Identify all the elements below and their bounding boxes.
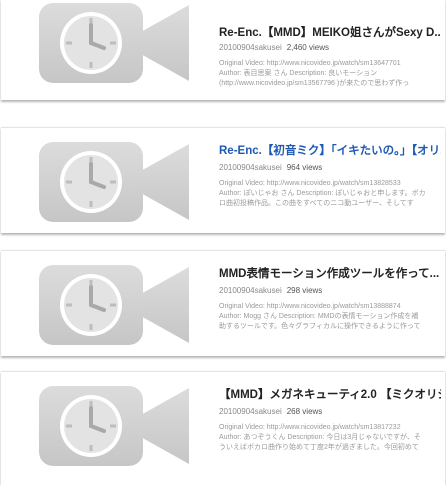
video-meta: 20100904sakusei 2,460 views <box>219 43 329 53</box>
video-title[interactable]: Re-Enc.【初音ミク】｢イキたいの。｣【オリ... <box>219 144 441 158</box>
description-line: Original Video: http://www.nicovideo.jp/… <box>219 180 401 187</box>
view-count: 2,460 views <box>286 43 329 52</box>
video-card[interactable]: MMD表情モーション作成ツールを作って... 20100904sakusei 29… <box>1 250 445 356</box>
uploader-name[interactable]: 20100904sakusei <box>219 43 282 52</box>
description-line: 助するツールです。色々グラフィカルに操作できるように作って <box>219 323 421 330</box>
uploader-name[interactable]: 20100904sakusei <box>219 163 282 172</box>
description-line: Author: 表目思案 さん Description: 良いモーション <box>219 70 378 77</box>
video-title[interactable]: Re-Enc.【MMD】MEIKO姐さんがSexy D... <box>219 26 441 40</box>
video-card[interactable]: 【MMD】メガネキューティ2.0 【ミクオリジ... 20100904sakus… <box>1 371 445 485</box>
description-line: ういえばボカロ曲作り始めて丁度2年が過ぎました。今回初めて <box>219 444 419 451</box>
video-description: Original Video: http://www.nicovideo.jp/… <box>219 302 439 332</box>
video-card[interactable]: Re-Enc.【初音ミク】｢イキたいの。｣【オリ... 20100904saku… <box>1 127 445 233</box>
video-meta: 20100904sakusei 268 views <box>219 407 322 417</box>
description-line: Author: あつぞうくん Description: 今日は3月じゃないですが… <box>219 434 421 441</box>
video-description: Original Video: http://www.nicovideo.jp/… <box>219 179 439 209</box>
video-title[interactable]: 【MMD】メガネキューティ2.0 【ミクオリジ... <box>219 388 441 402</box>
video-camera-clock-icon[interactable] <box>35 140 191 224</box>
video-card[interactable]: Re-Enc.【MMD】MEIKO姐さんがSexy D... 20100904s… <box>1 0 445 100</box>
description-line: ロ曲初投稿作品。この曲をすべてのニコ動ユーザー、そしてす <box>219 200 414 207</box>
uploader-name[interactable]: 20100904sakusei <box>219 407 282 416</box>
video-description: Original Video: http://www.nicovideo.jp/… <box>219 423 439 453</box>
description-line: Original Video: http://www.nicovideo.jp/… <box>219 424 401 431</box>
video-camera-clock-icon[interactable] <box>35 263 191 347</box>
video-description: Original Video: http://www.nicovideo.jp/… <box>219 59 439 89</box>
view-count: 298 views <box>286 286 323 295</box>
description-line: Original Video: http://www.nicovideo.jp/… <box>219 303 401 310</box>
description-line: (http://www.nicovideo.jp/sm13567796 )が来た… <box>219 80 410 87</box>
description-line: Author: ぽいじゃお さん Description: ぽいじゃおと申します… <box>219 190 426 197</box>
view-count: 964 views <box>286 163 323 172</box>
video-camera-clock-icon[interactable] <box>35 1 191 85</box>
view-count: 268 views <box>286 407 323 416</box>
description-line: Original Video: http://www.nicovideo.jp/… <box>219 60 401 67</box>
video-title[interactable]: MMD表情モーション作成ツールを作って... <box>219 267 441 281</box>
video-list: Re-Enc.【MMD】MEIKO姐さんがSexy D... 20100904s… <box>0 0 446 485</box>
video-meta: 20100904sakusei 298 views <box>219 286 322 296</box>
video-meta: 20100904sakusei 964 views <box>219 163 322 173</box>
uploader-name[interactable]: 20100904sakusei <box>219 286 282 295</box>
description-line: Author: Mogg さん Description: MMDの表情モーション… <box>219 313 419 320</box>
video-camera-clock-icon[interactable] <box>35 384 191 468</box>
